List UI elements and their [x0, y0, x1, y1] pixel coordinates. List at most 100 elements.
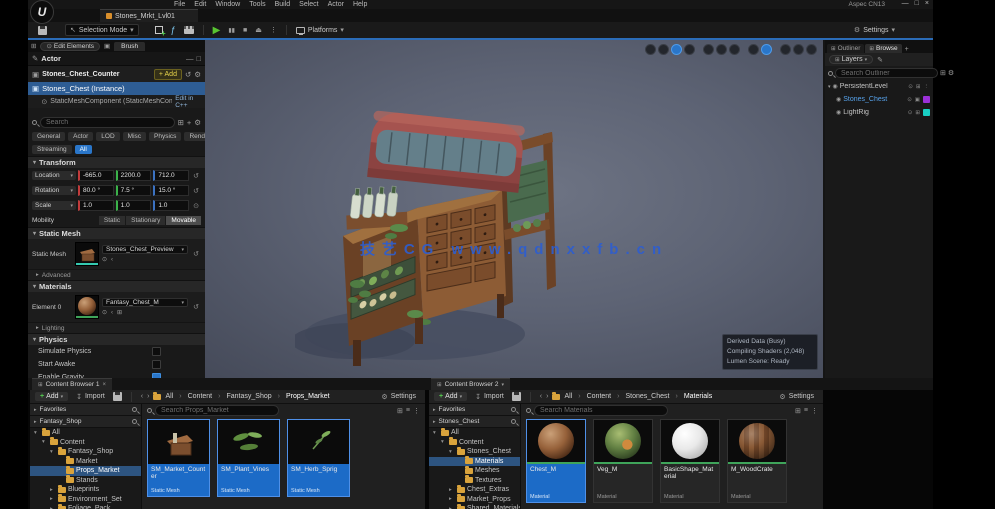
- copy-icon[interactable]: ▣: [104, 42, 110, 50]
- scale-dropdown[interactable]: Scale▾: [32, 201, 76, 210]
- view-options-icon[interactable]: ⋮: [811, 407, 818, 415]
- scale-tool-icon[interactable]: [684, 44, 695, 55]
- platforms-dropdown[interactable]: Platforms ▾: [292, 25, 348, 35]
- minimize-button[interactable]: —: [902, 0, 909, 7]
- filter-actor[interactable]: Actor: [68, 132, 93, 141]
- rotation-z-field[interactable]: 15.0 °: [153, 185, 189, 196]
- asset-card[interactable]: M_WoodCrateMaterial: [727, 419, 787, 503]
- tree-item[interactable]: ▾Content: [429, 438, 520, 448]
- menu-window[interactable]: Window: [215, 1, 240, 8]
- edit-elements-toggle[interactable]: ⊙Edit Elements: [40, 42, 100, 51]
- pencil-icon[interactable]: ✎: [877, 56, 883, 64]
- blueprints-button[interactable]: ƒ: [167, 24, 180, 36]
- details-search-input[interactable]: [40, 117, 175, 128]
- favorites-header[interactable]: ▸Favorites: [30, 404, 141, 416]
- content-browser-1-tab[interactable]: ⊞ Content Browser 1 ×: [32, 378, 112, 390]
- lock-scale-button[interactable]: ⊙: [191, 202, 201, 210]
- chevron-down-icon[interactable]: ▾: [33, 159, 36, 166]
- play-button[interactable]: ▶: [209, 24, 225, 37]
- pause-button[interactable]: ▮▮: [224, 26, 239, 35]
- 3d-viewport[interactable]: 技艺CG www.qdnxxfb.cn Derived Data (Busy) …: [205, 40, 823, 378]
- save-all-icon[interactable]: [113, 392, 122, 401]
- filter-lod[interactable]: LOD: [96, 132, 119, 141]
- collapse-icon[interactable]: —: [186, 54, 194, 63]
- filter-icon[interactable]: ⊞: [940, 69, 946, 77]
- rotation-y-field[interactable]: 7.5 °: [116, 185, 152, 196]
- asset-card[interactable]: SM_Market_CounterStatic Mesh: [147, 419, 210, 497]
- tree-root-header[interactable]: ▸Stones_Chest: [429, 416, 520, 428]
- breadcrumb[interactable]: All: [165, 393, 173, 400]
- reset-mesh-button[interactable]: ↺: [191, 250, 201, 258]
- add-actor-button[interactable]: [151, 25, 167, 35]
- screenshot-icon[interactable]: [793, 44, 804, 55]
- outliner-search-input[interactable]: [835, 68, 938, 78]
- rotation-x-field[interactable]: 80.0 °: [78, 185, 114, 196]
- tree-item[interactable]: Stands: [30, 476, 141, 486]
- grid-icon[interactable]: ⊞: [178, 118, 184, 127]
- use-selected-icon[interactable]: ‹: [111, 309, 113, 316]
- menu-tools[interactable]: Tools: [249, 1, 265, 8]
- breadcrumb[interactable]: Fantasy_Shop: [226, 393, 271, 400]
- tab-outliner[interactable]: ⊞Outliner: [827, 44, 864, 53]
- mobility-movable[interactable]: Movable: [166, 216, 201, 225]
- expander-icon[interactable]: ▾: [828, 84, 831, 90]
- visibility-eye-icon[interactable]: ◉: [833, 83, 838, 90]
- browse-to-asset-icon[interactable]: ⊙: [102, 256, 107, 263]
- visibility-eye-icon[interactable]: ◉: [836, 96, 841, 103]
- material-thumbnail[interactable]: [75, 295, 99, 319]
- plus-icon[interactable]: +: [187, 118, 191, 127]
- component-row-selected[interactable]: ▣ Stones_Chest (Instance): [28, 82, 205, 95]
- camera-speed-icon[interactable]: [780, 44, 791, 55]
- back-icon[interactable]: ‹: [540, 393, 542, 400]
- view-grid-icon[interactable]: ⊞: [397, 407, 403, 415]
- forward-icon[interactable]: ›: [546, 393, 548, 400]
- menu-actor[interactable]: Actor: [328, 1, 344, 8]
- add-button[interactable]: +Add▾: [434, 392, 467, 401]
- scale-y-field[interactable]: 1.0: [116, 200, 152, 211]
- pin-icon[interactable]: ⊙: [907, 97, 913, 103]
- menu-help[interactable]: Help: [353, 1, 367, 8]
- reset-material-button[interactable]: ↺: [191, 303, 201, 311]
- filter-misc[interactable]: Misc: [123, 132, 146, 141]
- asset-card[interactable]: SM_Plant_VinesStatic Mesh: [217, 419, 280, 497]
- visibility-eye-icon[interactable]: ◉: [836, 109, 841, 116]
- rotation-dropdown[interactable]: Rotation▾: [32, 186, 76, 195]
- menu-build[interactable]: Build: [275, 1, 291, 8]
- asset-search-input[interactable]: [534, 405, 668, 416]
- gear-icon[interactable]: ⚙: [948, 69, 954, 77]
- content-browser-2-tab[interactable]: ⊞ Content Browser 2 ▾: [431, 378, 510, 390]
- breadcrumb[interactable]: Content: [188, 393, 213, 400]
- tree-root-header[interactable]: ▸Fantasy_Shop: [30, 416, 141, 428]
- tab-brush[interactable]: Brush: [114, 42, 145, 51]
- breadcrumb[interactable]: Stones_Chest: [625, 393, 669, 400]
- tree-item[interactable]: ▾All: [429, 428, 520, 438]
- tree-item[interactable]: ▾Stones_Chest: [429, 447, 520, 457]
- market-chest-model[interactable]: [295, 78, 585, 378]
- breadcrumb[interactable]: All: [564, 393, 572, 400]
- asset-search-input[interactable]: [155, 405, 279, 416]
- maximize-button[interactable]: □: [915, 0, 919, 7]
- reset-rotation-button[interactable]: ↺: [191, 187, 201, 195]
- asset-card-selected[interactable]: Chest_MMaterial: [526, 419, 586, 503]
- tree-item[interactable]: ▸Market_Props: [429, 495, 520, 505]
- tree-item[interactable]: ▸Blueprints: [30, 485, 141, 495]
- tree-item-selected[interactable]: Materials: [429, 457, 520, 467]
- maximize-viewport-icon[interactable]: [806, 44, 817, 55]
- grid-snap-icon[interactable]: [716, 44, 727, 55]
- asset-card[interactable]: SM_Herb_SprigStatic Mesh: [287, 419, 350, 497]
- location-dropdown[interactable]: Location▾: [32, 171, 76, 180]
- close-button[interactable]: ×: [925, 0, 929, 7]
- component-row[interactable]: ⊙ StaticMeshComponent (StaticMeshCompone…: [28, 95, 205, 108]
- material-combobox[interactable]: Fantasy_Chest_M▾: [102, 298, 188, 307]
- tree-item-selected[interactable]: Props_Market: [30, 466, 141, 476]
- move-tool-icon[interactable]: [658, 44, 669, 55]
- scale-z-field[interactable]: 1.0: [153, 200, 189, 211]
- breadcrumb[interactable]: Content: [587, 393, 612, 400]
- use-selected-icon[interactable]: ‹: [111, 256, 113, 263]
- menu-select[interactable]: Select: [299, 1, 318, 8]
- add-button[interactable]: +Add▾: [35, 392, 68, 401]
- filter-all[interactable]: All: [75, 145, 92, 154]
- view-options-icon[interactable]: ⋮: [413, 407, 420, 415]
- stop-button[interactable]: ■: [239, 26, 251, 35]
- tree-item[interactable]: Textures: [429, 476, 520, 486]
